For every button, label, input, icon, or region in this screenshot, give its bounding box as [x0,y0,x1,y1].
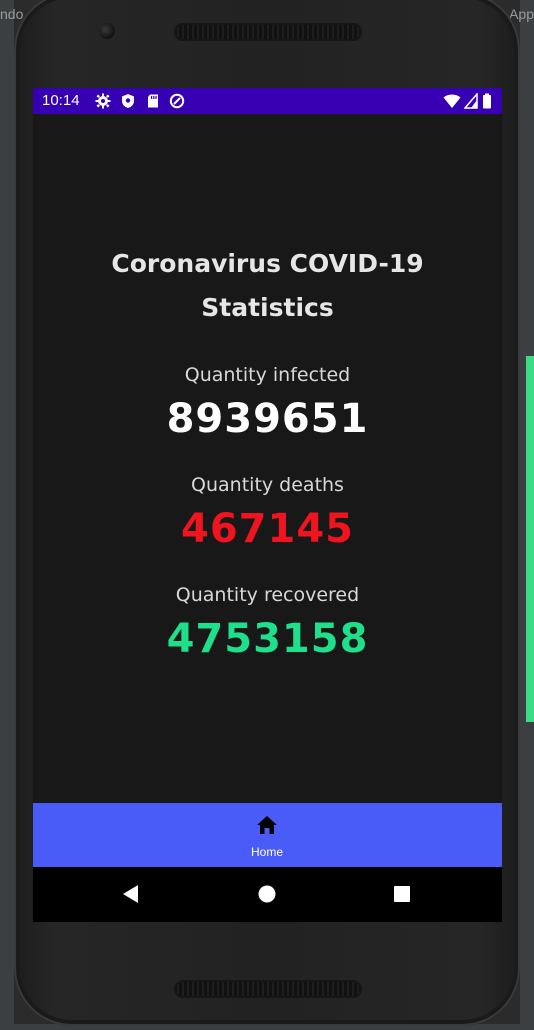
wifi-icon [443,94,461,108]
bottom-navigation-bar: Home [33,803,502,867]
bottom-speaker-grille [174,980,362,998]
shield-notification-icon [122,94,134,108]
infected-value: 8939651 [166,396,369,442]
nav-item-home[interactable]: Home [237,813,297,861]
title-line-2: Statistics [201,293,334,322]
status-time: 10:14 [42,92,80,109]
cell-signal-icon [464,93,478,109]
data-saver-icon [169,93,185,109]
ide-left-panel [0,0,14,1030]
recovered-value: 4753158 [166,616,369,662]
sd-card-icon [148,94,158,108]
status-bar: 10:14 [33,88,502,114]
ide-green-indicator [526,356,534,722]
deaths-label: Quantity deaths [191,474,344,496]
deaths-value: 467145 [181,506,354,552]
device-screen: 10:14 Coronavirus COVID-19 Statistics Qu… [33,88,502,922]
recovered-label: Quantity recovered [175,584,360,606]
back-icon[interactable] [121,884,141,904]
system-navigation-bar [33,867,502,922]
home-icon [257,816,277,834]
settings-notification-icon [95,93,111,109]
infected-label: Quantity infected [184,364,351,386]
recents-icon[interactable] [394,886,410,902]
top-speaker-grille [174,23,362,41]
battery-icon [483,93,491,109]
main-content: Coronavirus COVID-19 Statistics Quantity… [33,114,502,803]
ide-window-label-right: App [509,6,534,22]
ide-window-label-left: ndo [0,6,24,22]
page-title: Coronavirus COVID-19 Statistics [33,242,502,330]
title-line-1: Coronavirus COVID-19 [111,249,424,278]
home-circle-icon[interactable] [258,885,276,903]
nav-item-home-label: Home [250,845,283,859]
front-camera [99,23,115,39]
